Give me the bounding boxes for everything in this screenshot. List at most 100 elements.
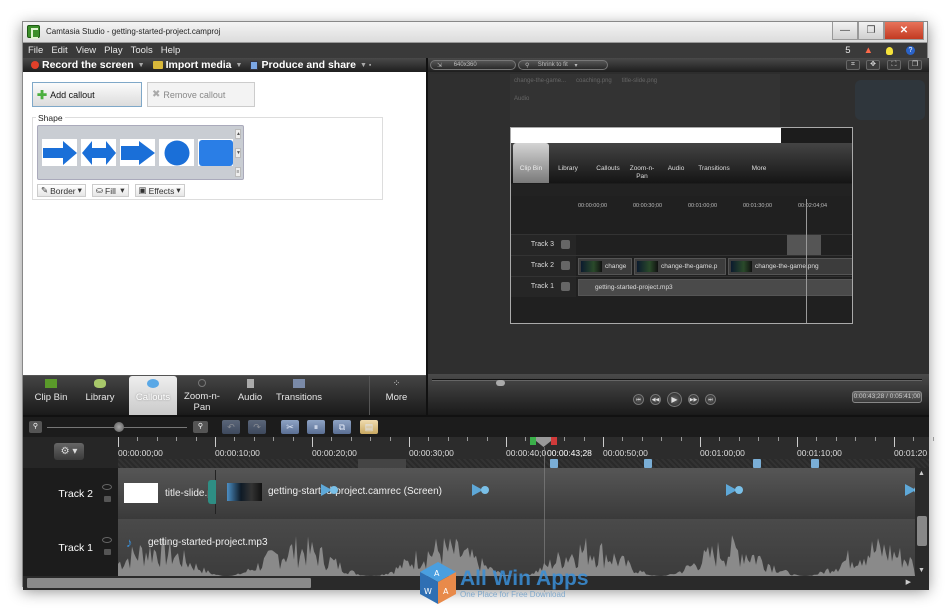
animation-point-icon[interactable] bbox=[321, 484, 339, 496]
record-label: Record the screen bbox=[42, 59, 134, 71]
zoom-mode-dropdown[interactable]: ⚲ Shrink to fit ▾ bbox=[518, 60, 608, 70]
undo-button[interactable]: ↶ bbox=[222, 420, 240, 434]
marker[interactable] bbox=[644, 459, 652, 468]
skip-to-end-button[interactable]: ⏭ bbox=[705, 394, 716, 405]
marker[interactable] bbox=[811, 459, 819, 468]
fill-button[interactable]: ⛀ Fill ▾ bbox=[91, 184, 129, 197]
gallery-down-icon[interactable]: ▼ bbox=[235, 148, 241, 158]
paste-button[interactable]: ▤ bbox=[360, 420, 378, 434]
help-icon[interactable]: ? bbox=[906, 46, 915, 55]
selection-start-handle[interactable] bbox=[530, 437, 536, 445]
menu-file[interactable]: File bbox=[28, 45, 43, 56]
animation-point-icon[interactable] bbox=[726, 484, 744, 496]
tab-zoom-n-pan[interactable]: Zoom-n- Pan bbox=[179, 376, 225, 416]
gallery-up-icon[interactable]: ▲ bbox=[235, 129, 241, 139]
preview-scrubber[interactable] bbox=[432, 379, 922, 386]
tab-more[interactable]: ⁘ More bbox=[369, 376, 423, 416]
tab-callouts[interactable]: Callouts bbox=[129, 376, 177, 416]
crop-icon[interactable]: ⌗ bbox=[846, 60, 860, 70]
split-button[interactable]: ⏸ bbox=[307, 420, 325, 434]
add-callout-button[interactable]: ✚ Add callout bbox=[32, 82, 142, 107]
screen-recording-clip[interactable]: getting-started-project.camrec (Screen) bbox=[216, 470, 922, 514]
tab-library[interactable]: Library bbox=[77, 376, 123, 416]
zoom-out-icon[interactable]: ⚲ bbox=[29, 421, 42, 433]
produce-dropdown-icon[interactable]: ▼ ▪ bbox=[360, 62, 371, 69]
notification-count[interactable]: 5 bbox=[845, 45, 850, 56]
tab-transitions[interactable]: Transitions bbox=[271, 376, 327, 416]
scroll-up-icon[interactable]: ▲ bbox=[918, 470, 925, 477]
fullscreen-icon[interactable]: ⛶ bbox=[887, 60, 901, 70]
timeline-zoom-knob[interactable] bbox=[114, 422, 124, 432]
effects-button[interactable]: ▣ Effects ▾ bbox=[134, 184, 185, 197]
zoom-in-icon[interactable]: ⚲ bbox=[193, 421, 208, 433]
vertical-scroll-thumb[interactable] bbox=[917, 516, 927, 546]
shape-arrow-double[interactable] bbox=[81, 139, 116, 166]
eye-icon[interactable] bbox=[102, 484, 112, 490]
callouts-panel: ✚ Add callout ✖ Remove callout Shape ▲ ▼… bbox=[23, 72, 426, 375]
scroll-right-icon[interactable]: ▶ bbox=[906, 578, 911, 586]
shape-arrow-right[interactable] bbox=[42, 139, 77, 166]
record-screen-button[interactable]: Record the screen bbox=[31, 59, 134, 71]
camtasia-logo-faded bbox=[855, 80, 925, 120]
close-button[interactable]: ✕ bbox=[884, 22, 924, 40]
redo-button[interactable]: ↷ bbox=[248, 420, 266, 434]
menu-tools[interactable]: Tools bbox=[131, 45, 153, 56]
vertical-scrollbar[interactable]: ▼ ▲ bbox=[915, 468, 929, 576]
produce-share-button[interactable]: Produce and share bbox=[250, 59, 356, 71]
selection-end-handle[interactable] bbox=[551, 437, 557, 445]
animation-point-icon[interactable] bbox=[472, 484, 490, 496]
title-slide-clip[interactable]: title-slide.p bbox=[118, 470, 216, 514]
shape-rounded-rectangle[interactable] bbox=[198, 139, 233, 166]
timeline-ruler[interactable]: ⚙ ▾ 00:00:00;00 00:00:10;00 00:00:20;00 00:… bbox=[23, 437, 934, 468]
tab-audio[interactable]: Audio bbox=[229, 376, 271, 416]
menu-play[interactable]: Play bbox=[104, 45, 122, 56]
menu-edit[interactable]: Edit bbox=[51, 45, 67, 56]
scrubber-knob[interactable] bbox=[496, 380, 505, 386]
pan-icon[interactable]: ✥ bbox=[866, 60, 880, 70]
track-2-lane[interactable]: title-slide.p getting-started-project.ca… bbox=[118, 468, 922, 519]
fast-forward-button[interactable]: ▶▶ bbox=[688, 394, 699, 405]
import-media-button[interactable]: Import media bbox=[152, 59, 232, 71]
marker[interactable] bbox=[550, 459, 558, 468]
nested-screenshot: Clip Bin Library Callouts Zoom-n- Pan Au… bbox=[510, 127, 853, 324]
border-button[interactable]: ✎ Border ▾ bbox=[37, 184, 86, 197]
import-dropdown-icon[interactable]: ▼ bbox=[236, 62, 243, 69]
menu-view[interactable]: View bbox=[76, 45, 96, 56]
dimensions-dropdown[interactable]: ⇲ 640x360 bbox=[430, 60, 516, 70]
maximize-button[interactable]: ❐ bbox=[858, 22, 884, 40]
ruler-minor-tick bbox=[253, 437, 255, 441]
cut-button[interactable]: ✂ bbox=[281, 420, 299, 434]
preview-pane: ⇲ 640x360 ⚲ Shrink to fit ▾ ⌗ ✥ ⛶ ❐ chan… bbox=[426, 58, 929, 415]
playhead[interactable] bbox=[530, 437, 557, 447]
lock-icon[interactable] bbox=[104, 496, 111, 502]
copy-button[interactable]: ⧉ bbox=[333, 420, 351, 434]
tab-label: Library bbox=[85, 392, 115, 403]
alert-icon[interactable]: ▲ bbox=[864, 45, 873, 56]
shape-arrow-chevron[interactable] bbox=[120, 139, 155, 166]
preview-canvas[interactable]: change-the-game... coaching.png title-sl… bbox=[430, 74, 929, 374]
play-button[interactable]: ▶ bbox=[667, 392, 682, 407]
detach-icon[interactable]: ❐ bbox=[908, 60, 922, 70]
gallery-scroll[interactable]: ▲ ▼ ≡ bbox=[235, 129, 242, 177]
skip-to-start-button[interactable]: ⏮ bbox=[633, 394, 644, 405]
ruler-band[interactable]: 00:00:00;00 00:00:10;00 00:00:20;00 00:00:3… bbox=[118, 437, 934, 459]
menu-help[interactable]: Help bbox=[161, 45, 181, 56]
playhead-handle[interactable] bbox=[536, 437, 551, 447]
minimize-button[interactable]: — bbox=[832, 22, 858, 40]
scroll-down-icon[interactable]: ▼ bbox=[918, 567, 925, 574]
track-settings-button[interactable]: ⚙ ▾ bbox=[54, 443, 84, 460]
allwinapps-logo-icon: A W A bbox=[420, 562, 456, 604]
ruler-minor-tick bbox=[738, 437, 740, 441]
gallery-expand-icon[interactable]: ≡ bbox=[235, 167, 241, 177]
horizontal-scroll-thumb[interactable] bbox=[27, 578, 311, 588]
lightbulb-icon[interactable] bbox=[886, 46, 893, 55]
lock-icon[interactable] bbox=[104, 549, 111, 555]
shape-circle[interactable] bbox=[159, 139, 194, 166]
marker[interactable] bbox=[753, 459, 761, 468]
remove-callout-button[interactable]: ✖ Remove callout bbox=[147, 82, 255, 107]
eye-icon[interactable] bbox=[102, 537, 112, 543]
tab-clip-bin[interactable]: Clip Bin bbox=[27, 376, 75, 416]
resize-icon: ⇲ bbox=[437, 62, 443, 69]
rewind-button[interactable]: ◀◀ bbox=[650, 394, 661, 405]
record-dropdown-icon[interactable]: ▼ bbox=[138, 62, 145, 69]
